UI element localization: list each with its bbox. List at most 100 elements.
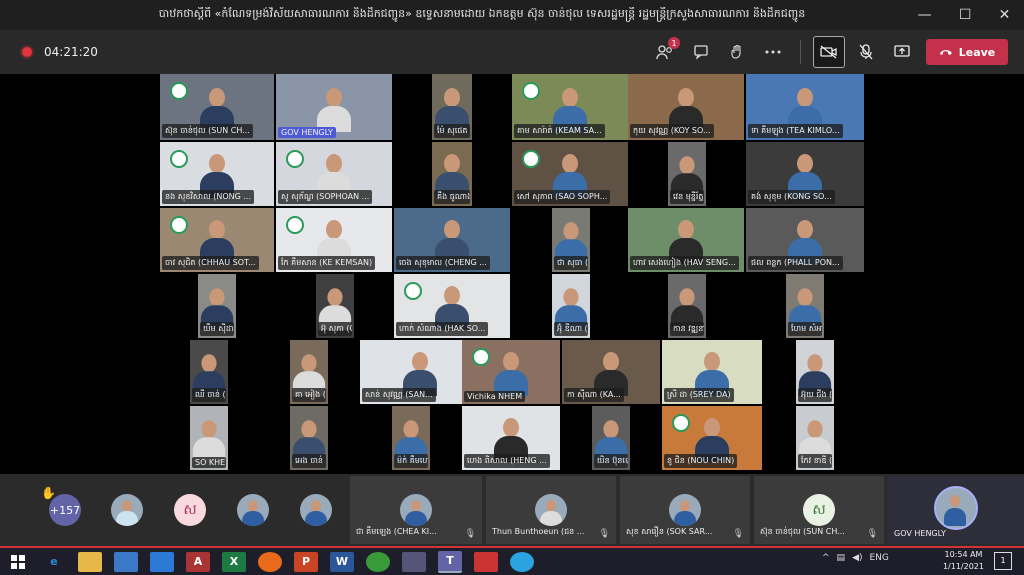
video-tile[interactable]: ហែម សំអាត (HEM SAM... (786, 274, 824, 338)
video-tile[interactable]: កែ គឹមសាន (KE KEMSAN) (276, 208, 392, 272)
mic-muted-icon: 🎙 (598, 529, 610, 539)
minimize-button[interactable]: — (918, 7, 932, 23)
participant-name-label: សៅ សុភាព (SAO SOPH... (514, 190, 611, 204)
video-tile[interactable]: នង សុខវិសាល (NONG ... (160, 142, 274, 206)
video-tile[interactable]: យិន ប៊ុនឡេ (YIN B... (592, 406, 630, 470)
maximize-button[interactable]: ☐ (959, 7, 972, 23)
video-tile[interactable]: ហាក់ សំណាង (HAK SO... (394, 274, 510, 338)
video-tile[interactable]: គង់ សុខុម (KONG SO... (746, 142, 864, 206)
store-icon[interactable] (114, 551, 138, 572)
mic-muted-icon: 🎙 (866, 529, 878, 539)
lang-indicator[interactable]: ENG (870, 553, 889, 563)
video-tile[interactable]: ចាវ សុជិត (CHHAU SOT... (160, 208, 274, 272)
close-button[interactable]: ✕ (999, 7, 1011, 23)
video-tile[interactable]: ផល ពន្លក (PHALL PON... (746, 208, 864, 272)
video-tile[interactable]: ម៉ែ សុផេត (ME SOPHET... (432, 74, 472, 140)
video-tile[interactable]: គាម សារ៉ាត់ (KEAM SA... (512, 74, 628, 140)
video-tile[interactable]: អេង ចាន់ (ENG C... (290, 406, 328, 470)
video-tile[interactable]: SO KHENG (190, 406, 228, 470)
video-tile[interactable]: ហេង ពិសាល (HENG ... (462, 406, 560, 470)
video-tile[interactable]: អ៊ុយ ជីង (UY CHING) (796, 340, 834, 404)
video-tile[interactable]: គា អៀង (KEA EANG) (290, 340, 328, 404)
meeting-timer: 04:21:20 (44, 45, 98, 59)
app-icon[interactable] (366, 551, 390, 572)
firefox-icon[interactable] (258, 551, 282, 572)
participant-name-label: ឈី ចាន់ (CHHI CH... (192, 388, 226, 402)
volume-icon[interactable]: ◀) (852, 553, 862, 563)
video-tile[interactable]: ថា សុធា (THA SOTHEA) (552, 208, 590, 272)
participant-name-label: ទា គីមឡុង (TEA KIMLO... (748, 124, 843, 138)
network-icon[interactable]: ▤ (837, 553, 846, 563)
ministry-logo-icon (170, 216, 188, 234)
clock-date: 1/11/2021 (942, 562, 984, 571)
strip-video-tile[interactable]: ជា គឹមឡេង (CHEA KI... 🎙 (350, 476, 482, 544)
start-icon[interactable] (6, 552, 30, 572)
chevron-up-icon[interactable]: ^ (822, 553, 830, 563)
file-explorer-icon[interactable] (78, 551, 102, 572)
strip-video-tile-self[interactable]: GOV HENGLY (888, 476, 1024, 544)
teams-icon[interactable]: T (438, 550, 462, 573)
leave-button[interactable]: Leave (926, 39, 1008, 65)
chat-button[interactable] (686, 37, 716, 67)
video-tile[interactable]: ឈី ចាន់ (CHHI CH... (190, 340, 228, 404)
raise-hand-button[interactable] (722, 37, 752, 67)
participant-name-label: ម៉ែ សុផេត (ME SOPHET... (434, 124, 470, 138)
camera-toggle-button[interactable] (813, 36, 845, 68)
participant-name-label: អ៊ុំ ឌីណា (ORUM DEY... (554, 322, 588, 336)
video-tile[interactable]: សូ សុភ័ណ្ឌ (SOPHOAN ... (276, 142, 392, 206)
video-tile[interactable]: ស៊ុន ចាន់ថុល (SUN CH... (160, 74, 274, 140)
participant-avatar[interactable] (300, 494, 332, 526)
access-icon[interactable]: A (186, 551, 210, 572)
participant-name-label: កែវ ខាឌី (KEO KADY) (798, 454, 832, 468)
video-tile[interactable]: GOV HENGLY (276, 74, 392, 140)
strip-video-tile[interactable]: Thun Bunthoeun (ជន ... 🎙 (486, 476, 616, 544)
participant-name-label: សាន់ សុវណ្ណ (SAN... (362, 388, 436, 402)
video-tile[interactable]: ចេង សុខុមាល (CHENG ... (394, 208, 510, 272)
mic-muted-icon: 🎙 (464, 529, 476, 539)
notifications-icon[interactable]: 1 (994, 552, 1012, 570)
taskbar-clock[interactable]: 10:54 AM 1/11/2021 (943, 549, 984, 573)
participant-avatar[interactable] (111, 494, 143, 526)
video-tile[interactable]: Vichika NHEM (462, 340, 560, 404)
video-tile[interactable]: ម៉ក់ គឹមហេង (MO... (392, 406, 430, 470)
meeting-title: បាឋកថាស្តីពី «កំណែទម្រង់វិស័យសាធារណការ ន… (158, 7, 806, 20)
strip-tile-name: GOV HENGLY (894, 529, 946, 538)
more-participants-button[interactable]: +157 (49, 494, 81, 526)
video-tile[interactable]: កា ស៊ីណា (KA... (562, 340, 660, 404)
video-tile[interactable]: នូ ជិន (NOU CHIN) (662, 406, 762, 470)
share-button[interactable] (887, 37, 917, 67)
edge-icon[interactable]: e (42, 552, 66, 572)
window-titlebar: បាឋកថាស្តីពី «កំណែទម្រង់វិស័យសាធារណការ ន… (0, 0, 1024, 30)
camera-app-icon[interactable] (402, 551, 426, 572)
word-icon[interactable]: W (330, 551, 354, 572)
telegram-icon[interactable] (510, 551, 534, 572)
video-tile[interactable]: ទា គីមឡុង (TEA KIMLO... (746, 74, 864, 140)
participant-name-label: គា អៀង (KEA EANG) (292, 388, 326, 402)
video-grid: ស៊ុន ចាន់ថុល (SUN CH... GOV HENGLY ម៉ែ សុផ… (0, 74, 1024, 474)
video-tile[interactable]: វេន មុន្នីរ័ត្ន (VEN MONY... (668, 142, 706, 206)
video-tile[interactable]: អ៊ុំ ឌីណា (ORUM DEY... (552, 274, 590, 338)
video-tile[interactable]: កុយ សុវណ្ណ (KOY SO... (628, 74, 744, 140)
participant-video (494, 352, 528, 396)
powerpoint-icon[interactable]: P (294, 551, 318, 572)
strip-video-tile[interactable]: សុខ សារឿន (SOK SAR... 🎙 (620, 476, 750, 544)
excel-icon[interactable]: X (222, 551, 246, 572)
video-tile[interactable]: កាន វឌ្ឍនា (KAN WATH... (668, 274, 706, 338)
video-tile[interactable]: ស្រី ដា (SREY DA) (662, 340, 762, 404)
app-icon[interactable] (474, 551, 498, 572)
video-tile[interactable]: សៅ សុភាព (SAO SOPH... (512, 142, 628, 206)
video-tile[interactable]: ហាវ សេងហៀង (HAV SENG... (628, 208, 744, 272)
mail-icon[interactable] (150, 551, 174, 572)
strip-video-tile[interactable]: ស ស៊ុន ចាន់ថុល (SUN CH... 🎙 (754, 476, 884, 544)
participant-avatar[interactable]: ស (174, 494, 206, 526)
participant-name-label: កុយ សុវណ្ណ (KOY SO... (630, 124, 714, 138)
video-tile[interactable]: អ៊ុ សុភា (OR SOPHEA) (316, 274, 354, 338)
more-actions-button[interactable] (758, 37, 788, 67)
mic-toggle-button[interactable] (851, 37, 881, 67)
video-tile[interactable]: យឹម ស៊ីដា (YIM SIDA... (198, 274, 236, 338)
participant-name-label: នង សុខវិសាល (NONG ... (162, 190, 255, 204)
video-tile[interactable]: គឹង ធូណាង (GENG THO... (432, 142, 472, 206)
video-tile[interactable]: កែវ ខាឌី (KEO KADY) (796, 406, 834, 470)
participant-avatar[interactable] (237, 494, 269, 526)
participants-button[interactable]: 1 (650, 37, 680, 67)
